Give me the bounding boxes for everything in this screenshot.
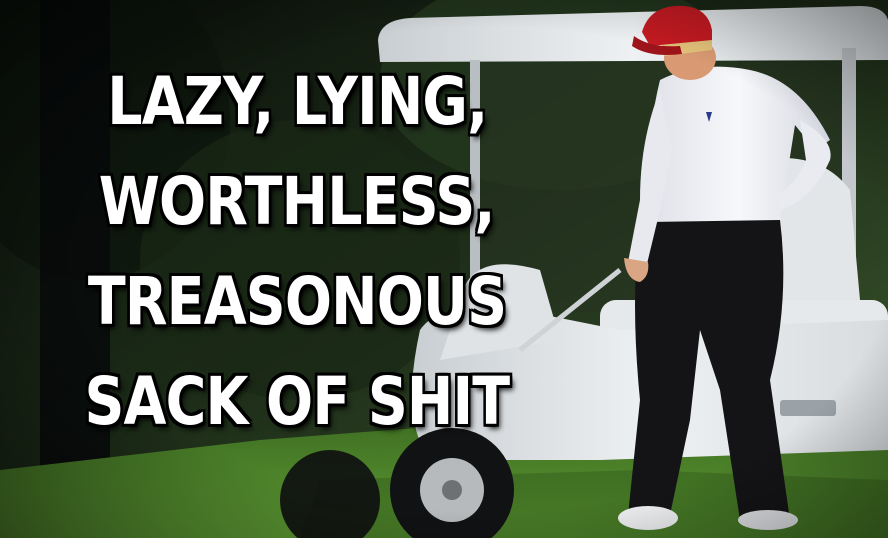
caption-line-1: LAZY, LYING, (106, 62, 489, 141)
caption-line-2: WORTHLESS, (98, 162, 496, 241)
meme-image: LAZY, LYING, WORTHLESS, TREASONOUS SACK … (0, 0, 888, 538)
caption-line-4: SACK OF SHIT (84, 362, 511, 441)
meme-caption: LAZY, LYING, WORTHLESS, TREASONOUS SACK … (62, 52, 532, 452)
caption-line-3: TREASONOUS (87, 262, 508, 341)
